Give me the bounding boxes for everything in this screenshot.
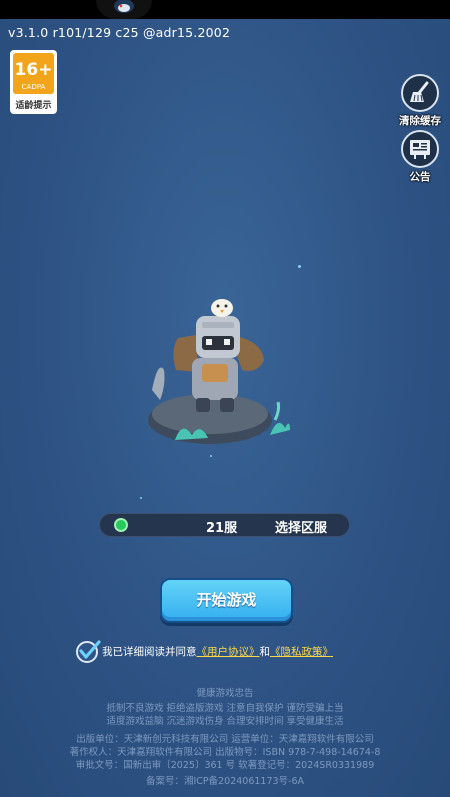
notice-label: 公告 xyxy=(409,171,431,183)
health-notice-line1: 抵制不良游戏 拒绝盗版游戏 注意自我保护 谨防受骗上当 xyxy=(106,703,344,714)
age-rating-number: 16+ xyxy=(14,60,53,80)
knight-character xyxy=(148,299,290,444)
icp-record: 备案号：湘ICP备2024061173号-6A xyxy=(145,776,305,787)
notice-button[interactable]: 公告 xyxy=(398,130,442,184)
broom-icon xyxy=(401,74,439,112)
health-notice-line2: 适度游戏益脑 沉迷游戏伤身 合理安排时间 享受健康生活 xyxy=(106,716,344,727)
user-agreement-link[interactable]: 《用户协议》 xyxy=(197,646,260,658)
age-rating-org: CADPA xyxy=(21,83,46,91)
agreement-prefix: 我已详细阅读并同意 xyxy=(102,646,197,658)
clear-cache-button[interactable]: 清除缓存 xyxy=(398,74,442,128)
sparkle xyxy=(140,497,142,499)
start-game-button[interactable]: 开始游戏 xyxy=(160,578,293,623)
camera-notch xyxy=(96,0,152,19)
approval-info: 审批文号：国新出审〔2025〕361 号 软著登记号：2024SR0331989 xyxy=(75,760,375,771)
agreement-row: 我已详细阅读并同意《用户协议》和《隐私政策》 xyxy=(74,638,394,666)
agreement-text: 我已详细阅读并同意《用户协议》和《隐私政策》 xyxy=(102,644,333,659)
publisher-info: 出版单位：天津新创元科技有限公司 运营单位：天津嘉翔软件有限公司 xyxy=(76,734,374,745)
notice-board-icon xyxy=(401,130,439,168)
agreement-and: 和 xyxy=(259,646,271,658)
select-server-button[interactable]: 选择区服 xyxy=(275,517,327,536)
status-bar xyxy=(0,0,450,19)
clear-cache-label: 清除缓存 xyxy=(399,115,441,127)
age-rating-box: 16+ CADPA xyxy=(13,53,54,94)
server-selector[interactable]: 21服 选择区服 xyxy=(99,513,350,537)
age-rating-tip: 适龄提示 xyxy=(15,101,52,111)
agreement-checkbox[interactable] xyxy=(74,638,102,664)
app-mascot-icon xyxy=(114,0,134,13)
sparkle xyxy=(298,265,301,268)
privacy-policy-link[interactable]: 《隐私政策》 xyxy=(270,646,333,658)
age-rating-badge[interactable]: 16+ CADPA 适龄提示 xyxy=(10,50,57,114)
server-status-icon xyxy=(114,518,128,532)
version-text: v3.1.0 r101/129 c25 @adr15.2002 xyxy=(8,25,231,40)
server-name: 21服 xyxy=(206,521,238,536)
health-notice-title: 健康游戏忠告 xyxy=(196,688,254,699)
copyright-info: 著作权人：天津嘉翔软件有限公司 出版物号：ISBN 978-7-498-1467… xyxy=(69,747,381,758)
